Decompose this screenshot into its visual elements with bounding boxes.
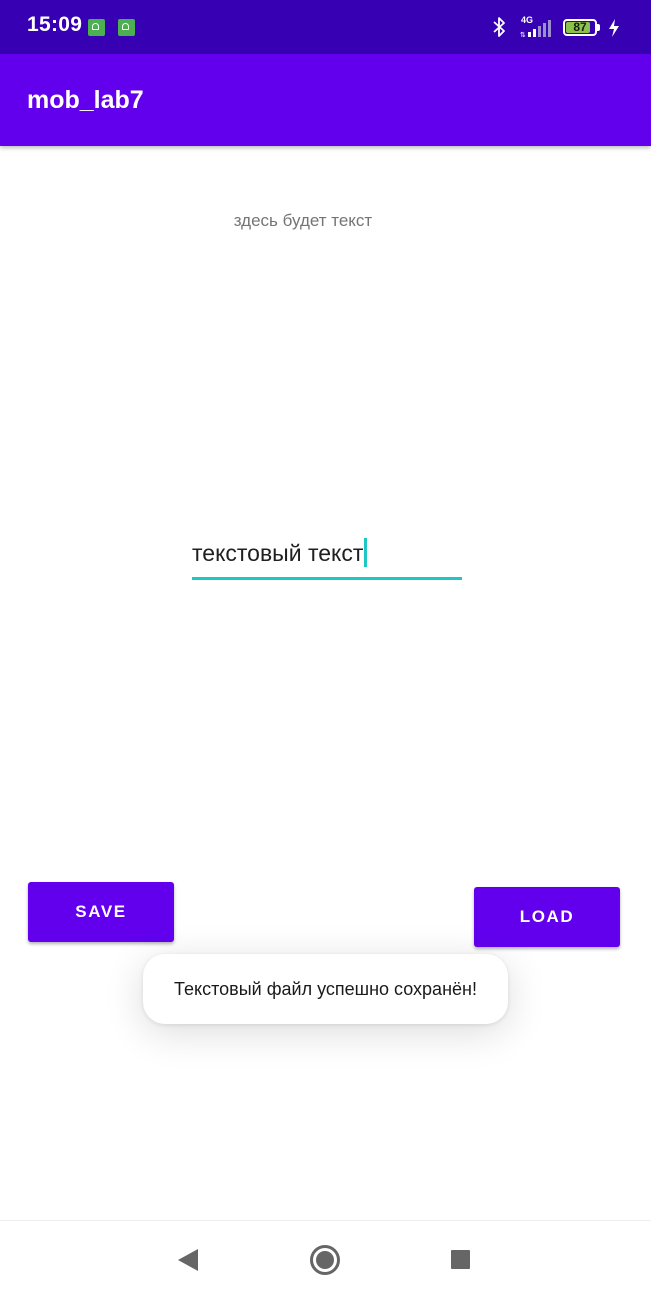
navigation-bar xyxy=(0,1220,651,1300)
back-icon[interactable] xyxy=(177,1248,199,1272)
text-cursor xyxy=(364,538,368,567)
text-input-field[interactable]: текстовый текст xyxy=(192,530,462,580)
signal-icon: ⇅ xyxy=(520,20,551,38)
android-notification-icon xyxy=(118,19,135,36)
page-title: mob_lab7 xyxy=(27,86,144,114)
home-icon[interactable] xyxy=(309,1244,341,1276)
charging-bolt-icon xyxy=(609,19,619,37)
status-bar: 15:09 4G ⇅ 87 xyxy=(0,0,651,54)
android-notification-icon xyxy=(88,19,105,36)
bluetooth-icon xyxy=(493,17,505,37)
app-bar: mob_lab7 xyxy=(0,54,651,146)
text-input-value[interactable]: текстовый текст xyxy=(192,538,368,567)
input-text: текстовый текст xyxy=(192,540,364,566)
battery-level: 87 xyxy=(573,20,587,34)
recents-icon[interactable] xyxy=(451,1250,470,1269)
status-time: 15:09 xyxy=(27,13,83,36)
toast-message: Текстовый файл успешно сохранён! xyxy=(143,954,508,1024)
save-button[interactable]: SAVE xyxy=(28,882,174,942)
hint-text: здесь будет текст xyxy=(233,211,373,230)
battery-tip xyxy=(597,24,600,31)
svg-text:⇅: ⇅ xyxy=(520,31,526,38)
load-button[interactable]: LOAD xyxy=(474,887,620,947)
input-underline xyxy=(192,577,462,580)
